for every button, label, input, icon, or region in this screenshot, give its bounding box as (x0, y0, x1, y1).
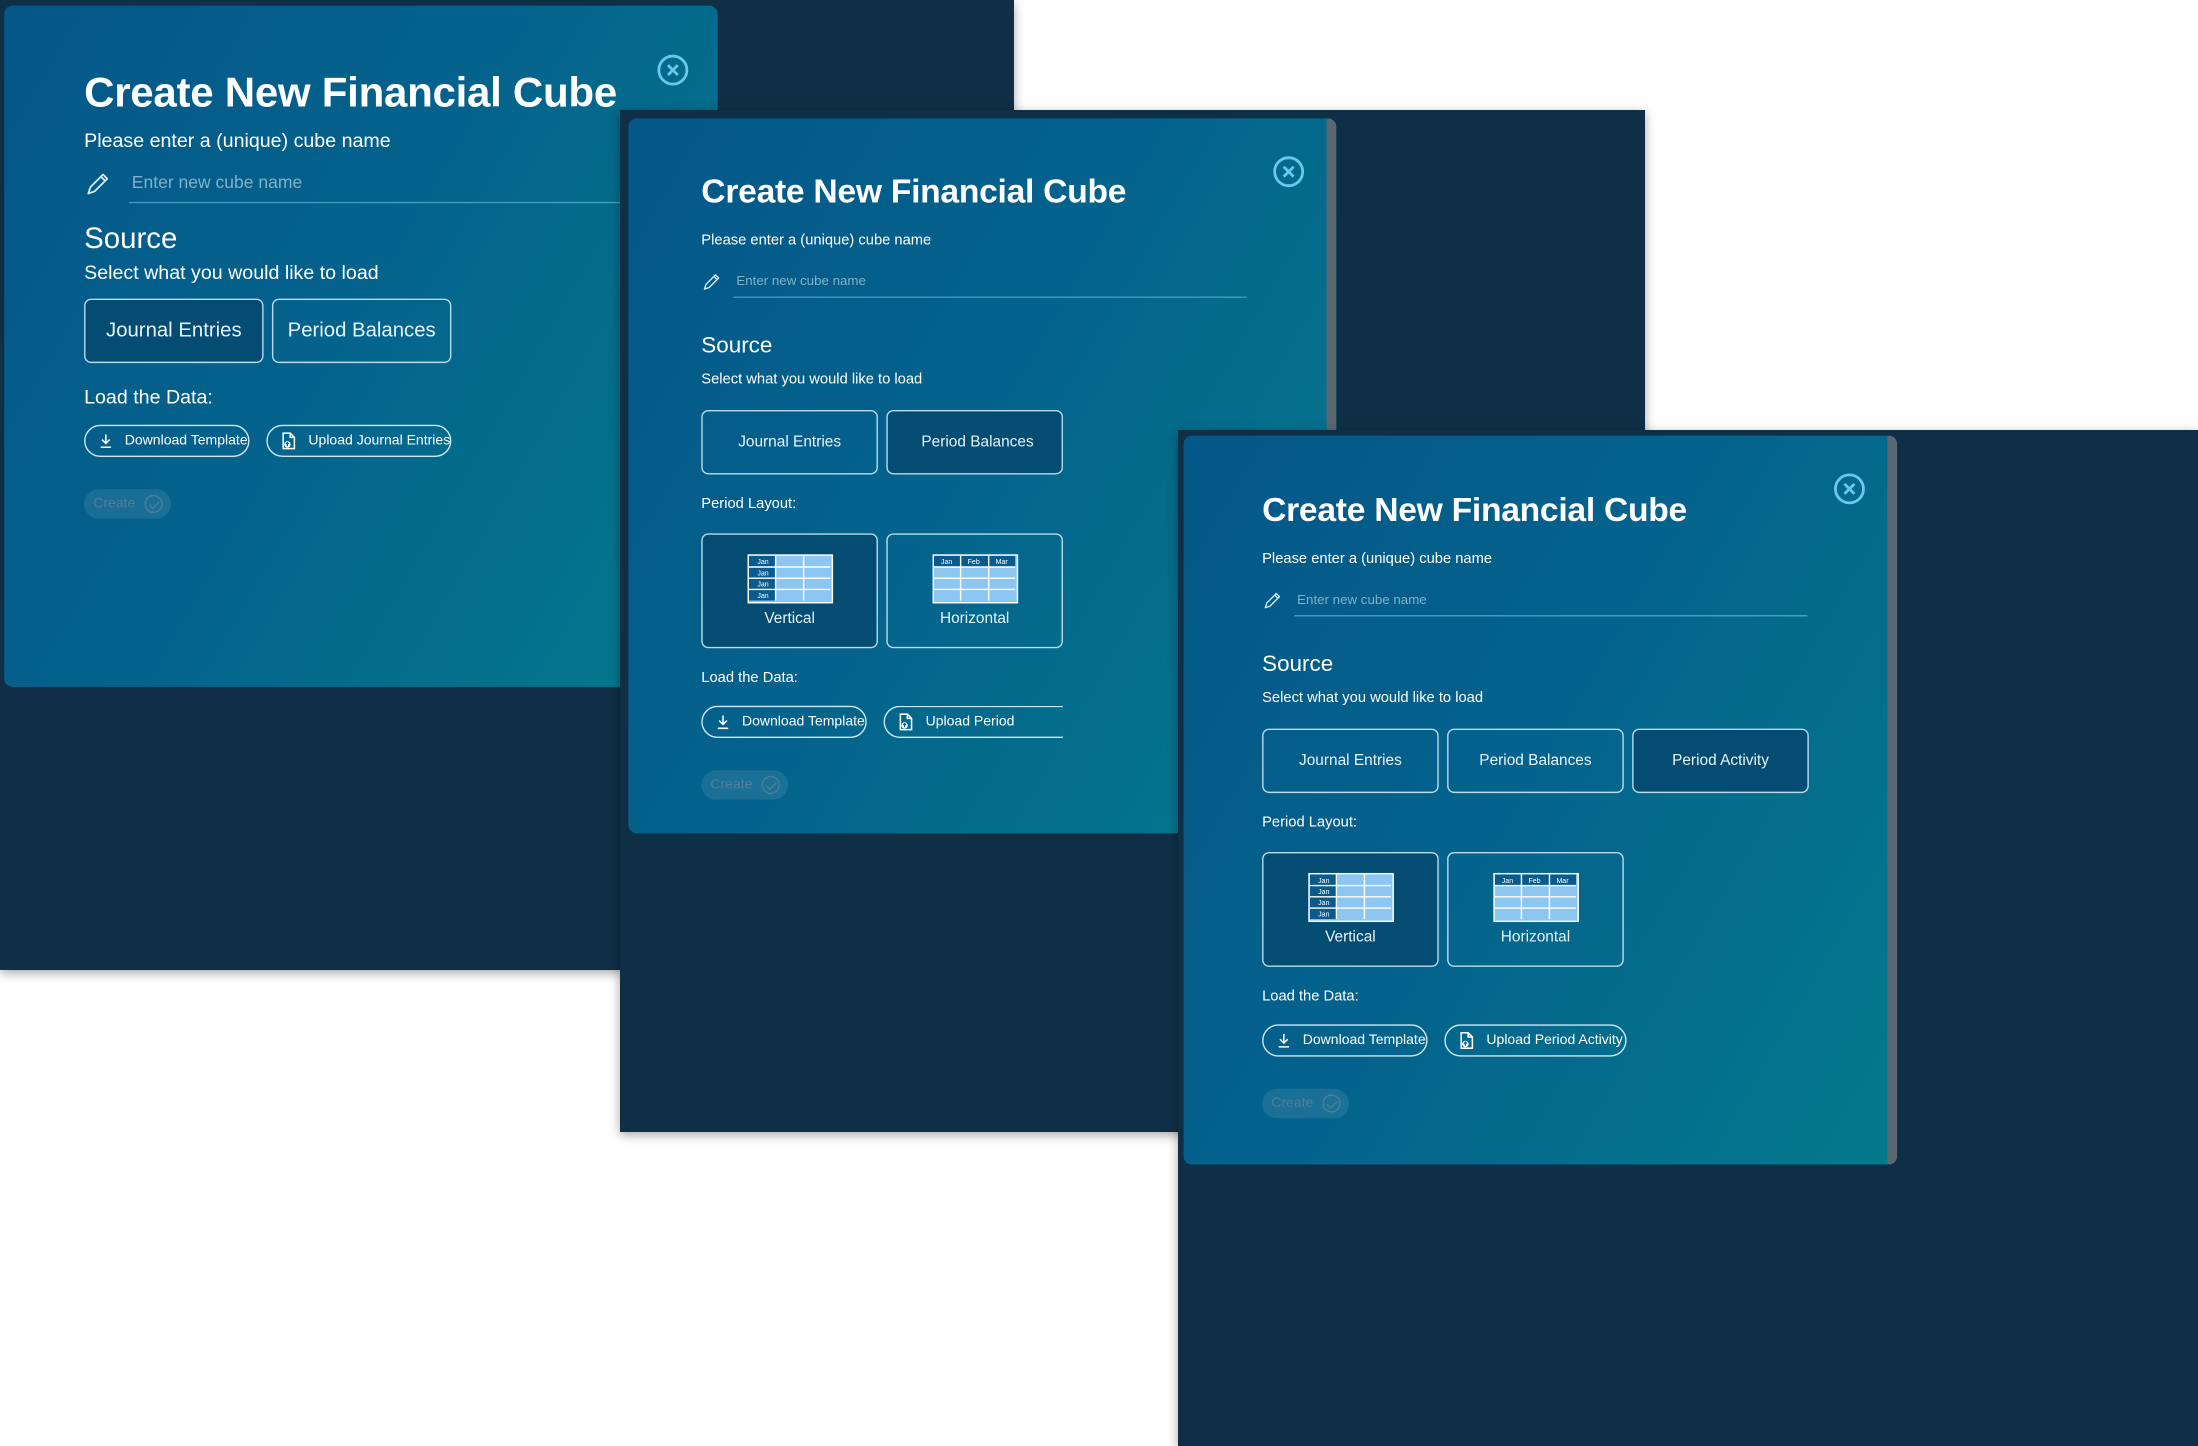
grid-col-label: Jan (941, 559, 952, 566)
source-heading: Source (701, 334, 773, 359)
cube-name-input[interactable] (128, 162, 662, 204)
horizontal-grid-icon: Jan Feb Mar (932, 554, 1019, 604)
vertical-grid-icon: Jan Jan Jan Jan (1308, 872, 1394, 923)
create-button-label: Create (93, 496, 136, 512)
download-template-label: Download Template (124, 433, 248, 449)
horizontal-grid-icon: Jan Feb Mar (1493, 872, 1579, 923)
pencil-icon (87, 173, 109, 195)
screenshot-period-activity: Create New Financial Cube Please enter a… (1178, 430, 2198, 1446)
period-layout-label: Period Layout: (701, 495, 797, 513)
grid-row-label: Jan (757, 593, 768, 600)
grid-row-label: Jan (1318, 889, 1329, 896)
upload-period-button[interactable]: Upload Period (883, 705, 1063, 739)
grid-row-label: Jan (757, 570, 768, 577)
upload-file-icon (282, 432, 296, 450)
vertical-layout-option[interactable]: Jan Jan Jan Jan Vertical (701, 533, 878, 649)
journal-entries-option[interactable]: Journal Entries (701, 409, 878, 475)
upload-journal-entries-label: Upload Journal Entries (308, 433, 451, 449)
create-cube-dialog: Create New Financial Cube Please enter a… (1183, 435, 1898, 1165)
create-button-label: Create (710, 777, 753, 793)
cube-name-row (1262, 584, 1809, 626)
cube-name-row (701, 265, 1247, 308)
check-circle-icon (760, 775, 780, 795)
create-cube-dialog: Create New Financial Cube Please enter a… (4, 5, 718, 687)
vertical-label: Vertical (1325, 929, 1376, 946)
period-balances-option[interactable]: Period Balances (271, 298, 452, 364)
source-prompt: Select what you would like to load (701, 370, 923, 388)
grid-col-label: Mar (996, 559, 1009, 566)
grid-col-label: Feb (1528, 878, 1540, 885)
journal-entries-option[interactable]: Journal Entries (1262, 728, 1439, 794)
vertical-label: Vertical (764, 610, 815, 628)
scrollbar[interactable] (1887, 435, 1898, 1165)
period-balances-option[interactable]: Period Balances (886, 409, 1063, 475)
create-button-label: Create (1271, 1095, 1314, 1112)
cube-name-row (84, 162, 687, 205)
create-button[interactable]: Create (84, 489, 172, 519)
check-circle-icon (1321, 1094, 1340, 1113)
upload-journal-entries-button[interactable]: Upload Journal Entries (266, 424, 452, 457)
cube-name-prompt: Please enter a (unique) cube name (701, 231, 932, 249)
cube-name-input[interactable] (733, 265, 1247, 298)
create-button[interactable]: Create (1262, 1088, 1350, 1119)
grid-col-label: Jan (1502, 878, 1513, 885)
download-icon (100, 434, 111, 449)
source-heading: Source (84, 222, 178, 256)
journal-entries-option[interactable]: Journal Entries (84, 298, 264, 364)
download-template-button[interactable]: Download Template (84, 424, 250, 457)
period-balances-option[interactable]: Period Balances (1447, 728, 1624, 794)
horizontal-layout-option[interactable]: Jan Feb Mar Horizontal (886, 533, 1063, 649)
grid-row-label: Jan (1318, 911, 1329, 918)
upload-period-activity-button[interactable]: Upload Period Activity (1444, 1024, 1627, 1057)
download-icon (717, 715, 729, 730)
load-data-label: Load the Data: (701, 669, 798, 687)
source-prompt: Select what you would like to load (84, 260, 379, 284)
upload-period-activity-label: Upload Period Activity (1486, 1032, 1623, 1049)
grid-col-label: Feb (968, 559, 980, 566)
dialog-title: Create New Financial Cube (701, 173, 1127, 211)
create-button[interactable]: Create (701, 770, 789, 800)
pencil-icon (703, 274, 720, 290)
load-data-label: Load the Data: (1262, 987, 1359, 1005)
horizontal-label: Horizontal (1500, 929, 1571, 946)
vertical-layout-option[interactable]: Jan Jan Jan Jan Vertical (1262, 851, 1439, 967)
close-icon[interactable] (1834, 473, 1865, 505)
load-data-label: Load the Data: (84, 385, 213, 408)
pencil-icon (1264, 592, 1281, 609)
period-layout-label: Period Layout: (1262, 814, 1358, 831)
cube-name-prompt: Please enter a (unique) cube name (1262, 550, 1493, 568)
check-circle-icon (143, 494, 162, 514)
upload-file-icon (899, 713, 913, 731)
dialog-title: Create New Financial Cube (84, 70, 617, 117)
cube-name-input[interactable] (1294, 584, 1808, 617)
download-template-button[interactable]: Download Template (701, 705, 867, 739)
upload-period-label: Upload Period (925, 714, 1015, 730)
source-prompt: Select what you would like to load (1262, 689, 1484, 707)
dialog-title: Create New Financial Cube (1262, 491, 1687, 530)
download-template-label: Download Template (1302, 1032, 1426, 1049)
grid-col-label: Mar (1556, 878, 1569, 885)
period-activity-option[interactable]: Period Activity (1632, 728, 1809, 794)
close-icon[interactable] (1273, 156, 1305, 188)
upload-file-icon (1460, 1032, 1474, 1049)
grid-row-label: Jan (1318, 900, 1329, 907)
horizontal-label: Horizontal (939, 610, 1010, 628)
cube-name-prompt: Please enter a (unique) cube name (84, 128, 391, 152)
vertical-grid-icon: Jan Jan Jan Jan (747, 554, 834, 604)
grid-row-label: Jan (1318, 878, 1329, 885)
horizontal-layout-option[interactable]: Jan Feb Mar Horizontal (1447, 851, 1624, 967)
close-icon[interactable] (657, 54, 689, 86)
grid-row-label: Jan (757, 559, 768, 566)
source-heading: Source (1262, 652, 1334, 677)
grid-row-label: Jan (757, 582, 768, 589)
download-template-label: Download Template (741, 714, 865, 730)
download-icon (1278, 1034, 1289, 1048)
download-template-button[interactable]: Download Template (1262, 1024, 1428, 1057)
